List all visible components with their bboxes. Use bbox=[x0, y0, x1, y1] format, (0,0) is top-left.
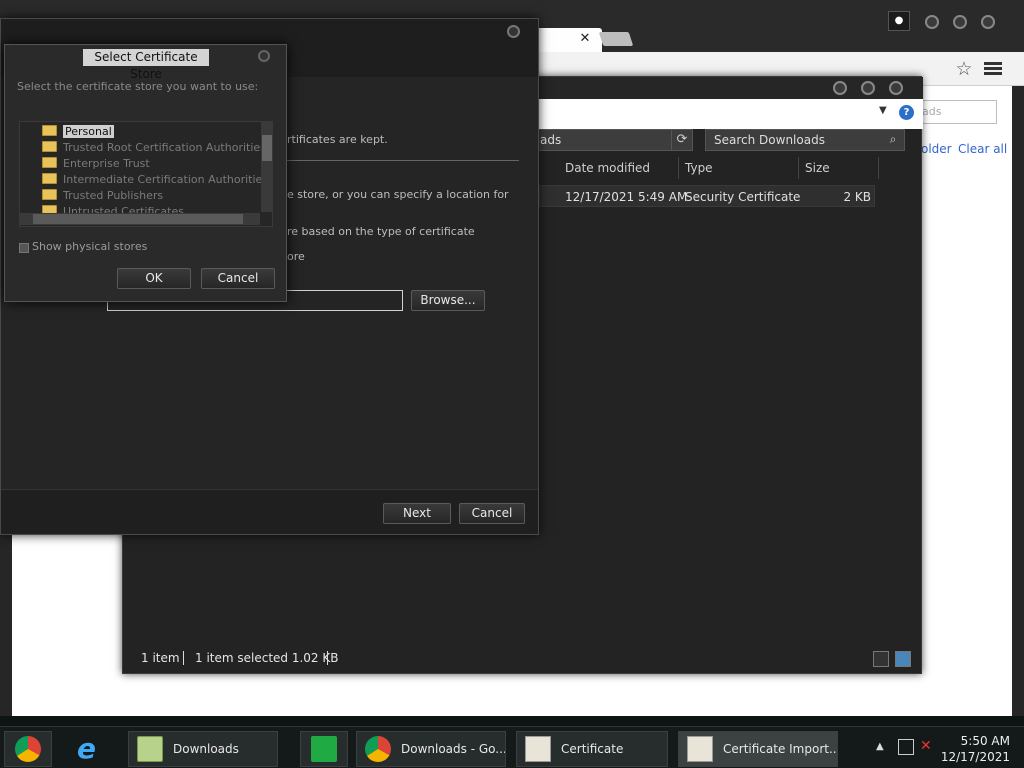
clock-date: 12/17/2021 bbox=[940, 750, 1010, 764]
show-hidden-icons-chevron-icon[interactable]: ▲ bbox=[876, 741, 884, 752]
column-header-type[interactable]: Type bbox=[679, 157, 799, 179]
folder-icon bbox=[42, 141, 57, 152]
new-tab-button[interactable] bbox=[598, 32, 634, 46]
taskbar-chrome-launcher[interactable] bbox=[4, 731, 52, 767]
tree-horizontal-scroll-thumb[interactable] bbox=[33, 214, 243, 224]
folder-icon bbox=[42, 173, 57, 184]
taskbar-downloads-explorer[interactable]: Downloads bbox=[128, 731, 278, 767]
status-separator bbox=[327, 651, 328, 665]
folder-icon bbox=[42, 189, 57, 200]
dialog-title: Select Certificate Store bbox=[83, 49, 209, 81]
wizard-text-place: ore bbox=[287, 250, 305, 263]
dialog-close-button[interactable] bbox=[258, 50, 270, 62]
volume-muted-icon[interactable]: ✕ bbox=[920, 738, 932, 754]
next-button[interactable]: Next bbox=[383, 503, 451, 524]
explorer-close-button[interactable] bbox=[889, 81, 903, 95]
status-item-count: 1 item bbox=[141, 651, 180, 665]
large-icons-view-icon[interactable] bbox=[895, 651, 911, 667]
file-date: 12/17/2021 5:49 AM bbox=[565, 190, 688, 204]
breadcrumb-path[interactable]: ads bbox=[533, 129, 693, 151]
taskbar-internet-explorer[interactable]: e bbox=[66, 731, 114, 767]
minimize-button[interactable] bbox=[925, 15, 939, 29]
column-header-size[interactable]: Size bbox=[799, 157, 879, 179]
browse-button[interactable]: Browse... bbox=[411, 290, 485, 311]
chrome-launcher-icon bbox=[15, 736, 41, 762]
store-item-intermediate[interactable]: Intermediate Certification Authorities bbox=[42, 172, 268, 188]
certificate-icon bbox=[525, 736, 551, 762]
clock-time: 5:50 AM bbox=[960, 734, 1010, 748]
wizard-close-button[interactable] bbox=[507, 25, 520, 38]
help-icon[interactable]: ? bbox=[899, 105, 914, 120]
tab-close-icon[interactable]: ✕ bbox=[578, 31, 592, 47]
folder-icon bbox=[42, 125, 57, 136]
downloads-page-search[interactable]: ads bbox=[913, 100, 997, 124]
dialog-cancel-button[interactable]: Cancel bbox=[201, 268, 275, 289]
search-icon[interactable]: ⌕ bbox=[881, 129, 905, 151]
browser-tab-active[interactable] bbox=[536, 28, 602, 52]
chrome-menu-icon[interactable] bbox=[984, 60, 1002, 78]
chrome-icon bbox=[365, 736, 391, 762]
wizard-cancel-button[interactable]: Cancel bbox=[459, 503, 525, 524]
folder-icon bbox=[42, 157, 57, 168]
taskbar-certificate-import[interactable]: Certificate Import... bbox=[678, 731, 838, 767]
dialog-instruction: Select the certificate store you want to… bbox=[17, 80, 259, 93]
certificate-import-icon bbox=[687, 736, 713, 762]
refresh-icon[interactable]: ⟳ bbox=[671, 129, 693, 151]
tree-vertical-scroll-thumb[interactable] bbox=[262, 135, 272, 161]
store-icon bbox=[311, 736, 337, 762]
internet-explorer-icon: e bbox=[77, 732, 96, 765]
explorer-minimize-button[interactable] bbox=[833, 81, 847, 95]
show-physical-stores-checkbox[interactable] bbox=[19, 243, 29, 253]
system-clock[interactable]: 5:50 AM 12/17/2021 bbox=[941, 733, 1010, 765]
folder-icon bbox=[137, 736, 163, 762]
column-header-date[interactable]: Date modified bbox=[559, 157, 679, 179]
open-folder-link[interactable]: older bbox=[921, 142, 952, 156]
network-icon[interactable] bbox=[898, 739, 914, 755]
details-view-icon[interactable] bbox=[873, 651, 889, 667]
close-button[interactable] bbox=[981, 15, 995, 29]
taskbar: e Downloads Downloads - Go... Certificat… bbox=[0, 726, 1024, 768]
wizard-button-bar bbox=[1, 489, 538, 534]
user-profile-icon[interactable]: ● bbox=[888, 11, 910, 31]
wizard-text-kept: rtificates are kept. bbox=[287, 133, 388, 146]
status-selection: 1 item selected 1.02 KB bbox=[195, 651, 339, 665]
store-item-trusted-publishers[interactable]: Trusted Publishers bbox=[42, 188, 163, 204]
store-item-trusted-root[interactable]: Trusted Root Certification Authorities bbox=[42, 140, 266, 156]
store-tree[interactable]: Personal Trusted Root Certification Auth… bbox=[19, 121, 273, 227]
select-certificate-store-dialog: Select Certificate Store Select the cert… bbox=[4, 44, 287, 302]
search-downloads-input[interactable]: Search Downloads bbox=[705, 129, 905, 151]
taskbar-certificate[interactable]: Certificate bbox=[516, 731, 668, 767]
explorer-maximize-button[interactable] bbox=[861, 81, 875, 95]
taskbar-store[interactable] bbox=[300, 731, 348, 767]
clear-all-link[interactable]: Clear all bbox=[958, 142, 1007, 156]
wizard-text-store: e store, or you can specify a location f… bbox=[287, 188, 509, 201]
file-size: 2 KB bbox=[843, 190, 871, 204]
wizard-divider bbox=[271, 160, 519, 161]
wizard-text-auto: re based on the type of certificate bbox=[287, 225, 475, 238]
file-type: Security Certificate bbox=[685, 190, 801, 204]
address-dropdown-icon[interactable]: ▼ bbox=[879, 105, 887, 116]
store-item-enterprise-trust[interactable]: Enterprise Trust bbox=[42, 156, 150, 172]
show-physical-stores-label: Show physical stores bbox=[32, 240, 148, 253]
store-item-personal[interactable]: Personal bbox=[42, 124, 114, 140]
bookmark-star-icon[interactable]: ☆ bbox=[952, 57, 976, 81]
maximize-button[interactable] bbox=[953, 15, 967, 29]
status-separator bbox=[183, 651, 184, 665]
taskbar-chrome-downloads[interactable]: Downloads - Go... bbox=[356, 731, 506, 767]
ok-button[interactable]: OK bbox=[117, 268, 191, 289]
